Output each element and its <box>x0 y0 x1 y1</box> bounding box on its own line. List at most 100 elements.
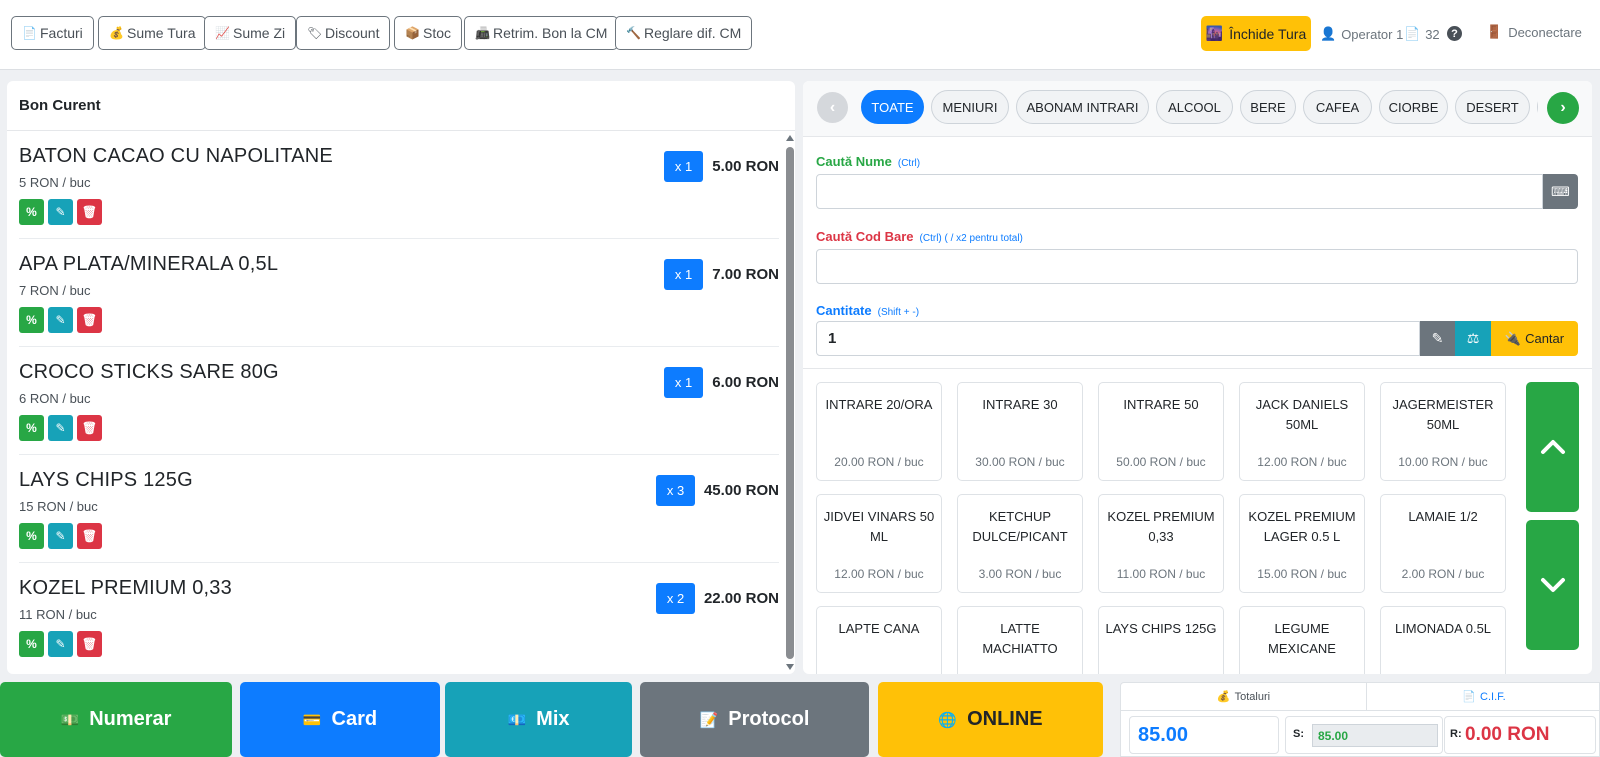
product-card[interactable]: LAYS CHIPS 125G <box>1098 606 1224 674</box>
category-tab-desert[interactable]: DESERT <box>1455 90 1530 124</box>
item-discount-button[interactable]: % <box>19 307 44 333</box>
product-card[interactable]: JIDVEI VINARS 50 ML 12.00 RON / buc <box>816 494 942 593</box>
category-track: TOATE MENIURI ABONAM INTRARI ALCOOL BERE… <box>858 89 1538 127</box>
product-card[interactable]: INTRARE 20/ORA 20.00 RON / buc <box>816 382 942 481</box>
pay-protocol-button[interactable]: 📝 Protocol <box>640 682 869 757</box>
product-card[interactable]: KETCHUP DULCE/PICANT 3.00 RON / buc <box>957 494 1083 593</box>
item-edit-button[interactable]: ✎ <box>48 199 73 225</box>
product-card[interactable]: KOZEL PREMIUM LAGER 0.5 L 15.00 RON / buc <box>1239 494 1365 593</box>
category-tab-alcool[interactable]: ALCOOL <box>1156 90 1233 124</box>
products-scroll-down-button[interactable] <box>1526 520 1579 650</box>
tab-cif-label: C.I.F. <box>1480 690 1506 703</box>
change-label: R: <box>1450 728 1462 740</box>
product-card[interactable]: LAMAIE 1/2 2.00 RON / buc <box>1380 494 1506 593</box>
plug-icon: 🔌 <box>1504 330 1522 346</box>
cart-item-unit-price: 6 RON / buc <box>19 391 91 406</box>
category-tab-meniuri[interactable]: MENIURI <box>931 90 1009 124</box>
cart-item: LAYS CHIPS 125G 15 RON / buc % ✎ 🗑 x 3 4… <box>19 455 779 563</box>
item-delete-button[interactable]: 🗑 <box>77 307 102 333</box>
cart-item-total: 22.00 RON <box>703 590 779 607</box>
product-card[interactable]: INTRARE 50 50.00 RON / buc <box>1098 382 1224 481</box>
sum-paid-box: S: 85.00 <box>1285 716 1443 754</box>
cart-item-qty[interactable]: x 1 <box>664 367 703 398</box>
resend-receipt-button[interactable]: 📠 Retrim. Bon la CM <box>464 16 619 50</box>
category-tab-next-partial[interactable] <box>1537 90 1538 124</box>
pay-mix-button[interactable]: 💶 Mix <box>445 682 632 757</box>
item-delete-button[interactable]: 🗑 <box>77 631 102 657</box>
product-card[interactable]: LIMONADA 0.5L <box>1380 606 1506 674</box>
product-panel: ‹ TOATE MENIURI ABONAM INTRARI ALCOOL BE… <box>803 81 1592 674</box>
quantity-edit-button[interactable]: ✎ <box>1420 321 1455 356</box>
day-sums-button[interactable]: 📈 Sume Zi <box>204 16 297 50</box>
item-delete-button[interactable]: 🗑 <box>77 523 102 549</box>
category-tab-ciorbe[interactable]: CIORBE <box>1379 90 1448 124</box>
item-discount-button[interactable]: % <box>19 523 44 549</box>
adjust-difference-button-label: Reglare dif. CM <box>644 25 742 41</box>
discount-button[interactable]: 🏷 Discount <box>296 16 391 50</box>
pay-card-button[interactable]: 💳 Card <box>240 682 440 757</box>
invoices-button[interactable]: 📄 Facturi <box>11 16 94 50</box>
product-card[interactable]: JACK DANIELS 50ML 12.00 RON / buc <box>1239 382 1365 481</box>
category-tab-bere[interactable]: BERE <box>1240 90 1296 124</box>
adjust-difference-button[interactable]: 🔨 Reglare dif. CM <box>615 16 753 50</box>
search-barcode-input[interactable] <box>816 249 1578 284</box>
product-price: 20.00 RON / buc <box>834 455 924 469</box>
product-card[interactable]: LATTE MACHIATTO <box>957 606 1083 674</box>
pay-cash-button[interactable]: 💵 Numerar <box>0 682 232 757</box>
memo-icon: 📝 <box>699 711 719 729</box>
item-delete-button[interactable]: 🗑 <box>77 199 102 225</box>
cart-item-qty[interactable]: x 1 <box>664 151 703 182</box>
category-tab-cafea[interactable]: CAFEA <box>1303 90 1372 124</box>
keyboard-button[interactable]: ⌨ <box>1543 174 1578 209</box>
tab-totals[interactable]: 💰 Totaluri <box>1121 683 1367 711</box>
receipt-count: 32 <box>1425 26 1440 42</box>
products-scroll-up-button[interactable] <box>1526 382 1579 512</box>
item-edit-button[interactable]: ✎ <box>48 523 73 549</box>
sum-paid-input[interactable]: 85.00 <box>1312 724 1438 747</box>
cart-item-qty[interactable]: x 3 <box>656 475 695 506</box>
pay-online-button[interactable]: 🌐 ONLINE <box>878 682 1103 757</box>
tab-cif[interactable]: 📄 C.I.F. <box>1367 683 1600 711</box>
help-icon[interactable]: ? <box>1447 26 1462 41</box>
item-edit-button[interactable]: ✎ <box>48 415 73 441</box>
logout-button[interactable]: 🚪 Deconectare <box>1486 24 1582 40</box>
item-discount-button[interactable]: % <box>19 415 44 441</box>
cart-scrollbar[interactable] <box>785 131 795 674</box>
scroll-down-arrow-icon[interactable] <box>786 664 794 670</box>
pay-cash-label: Numerar <box>89 708 172 730</box>
scale-button[interactable]: ⚖ <box>1455 321 1491 356</box>
product-card[interactable]: KOZEL PREMIUM 0,33 11.00 RON / buc <box>1098 494 1224 593</box>
quantity-input[interactable]: 1 <box>816 321 1420 356</box>
category-next-button[interactable]: › <box>1547 92 1579 124</box>
cart-item-qty[interactable]: x 2 <box>656 583 695 614</box>
search-barcode-label: Caută Cod Bare (Ctrl) ( / x2 pentru total… <box>816 229 1023 244</box>
close-shift-button[interactable]: 🌆 Închide Tura <box>1201 16 1311 51</box>
category-tab-toate[interactable]: TOATE <box>861 90 924 124</box>
item-edit-button[interactable]: ✎ <box>48 631 73 657</box>
receipt-title: Bon Curent <box>7 81 795 131</box>
category-prev-button[interactable]: ‹ <box>817 92 848 123</box>
search-name-input[interactable] <box>816 174 1543 209</box>
item-delete-button[interactable]: 🗑 <box>77 415 102 441</box>
fax-icon: 📠 <box>475 26 490 40</box>
item-edit-button[interactable]: ✎ <box>48 307 73 333</box>
product-price: 12.00 RON / buc <box>1257 455 1347 469</box>
shift-sums-button-label: Sume Tura <box>127 25 196 41</box>
stock-button[interactable]: 📦 Stoc <box>394 16 463 50</box>
cart-item-qty[interactable]: x 1 <box>664 259 703 290</box>
item-discount-button[interactable]: % <box>19 199 44 225</box>
product-card[interactable]: LAPTE CANA <box>816 606 942 674</box>
category-tab-abonam-intrari[interactable]: ABONAM INTRARI <box>1016 90 1149 124</box>
day-sums-button-label: Sume Zi <box>233 25 286 41</box>
cantar-button[interactable]: 🔌 Cantar <box>1491 321 1578 356</box>
operator-info: 👤 Operator 1 <box>1320 26 1403 42</box>
scrollbar-thumb[interactable] <box>786 147 794 659</box>
scroll-up-arrow-icon[interactable] <box>786 135 794 141</box>
product-card[interactable]: LEGUME MEXICANE <box>1239 606 1365 674</box>
product-card[interactable]: JAGERMEISTER 50ML 10.00 RON / buc <box>1380 382 1506 481</box>
product-card[interactable]: INTRARE 30 30.00 RON / buc <box>957 382 1083 481</box>
shift-sums-button[interactable]: 💰 Sume Tura <box>98 16 207 50</box>
item-discount-button[interactable]: % <box>19 631 44 657</box>
cart-item-unit-price: 15 RON / buc <box>19 499 98 514</box>
chevron-left-icon: ‹ <box>829 98 836 116</box>
